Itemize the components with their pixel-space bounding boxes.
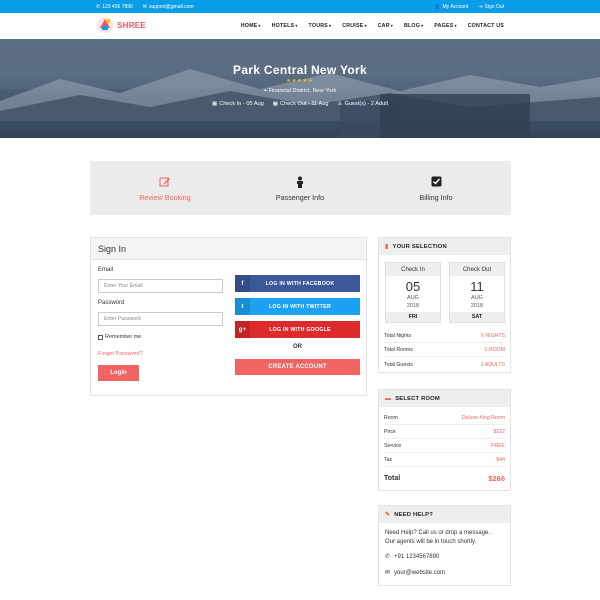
map-pin-icon: ⌖ [263, 88, 267, 94]
email-input[interactable]: Enter Your Email [98, 279, 223, 293]
checkbox-icon [431, 176, 441, 187]
caret-down-icon: ▾ [258, 23, 261, 28]
room-row: Room Deluxe King Room [384, 412, 505, 425]
total-row: Total $266 [384, 474, 505, 483]
facebook-login-button[interactable]: f LOG IN WITH FACEBOOK [235, 275, 360, 292]
site-logo[interactable]: SHREE [96, 16, 146, 34]
login-button[interactable]: Login [98, 365, 139, 381]
brand-name: SHREE [117, 20, 147, 30]
caret-down-icon: ▾ [421, 23, 424, 28]
envelope-icon: ✉ [385, 570, 391, 576]
sign-in-card: Sign In Email Enter Your Email Password … [90, 237, 367, 396]
select-room-header: ▬ SELECT ROOM [379, 390, 510, 407]
phone-icon: ✆ [385, 554, 391, 560]
user-icon: 👤 [434, 3, 441, 10]
calendar-icon: ▦ [211, 101, 218, 107]
booking-meta: ▦ Check In - 05 Aug ▦ Check Out - 11 Aug… [0, 101, 600, 107]
your-selection-header: ▮ YOUR SELECTION [379, 238, 510, 255]
meta-check-out: ▦ Check Out - 11 Aug [272, 101, 329, 107]
select-room-panel: ▬ SELECT ROOM Room Deluxe King Room Pric… [378, 389, 511, 491]
phone-icon: ✆ [96, 3, 101, 10]
booking-steps: Review Booking Passenger Info Billing In… [90, 161, 511, 215]
nav-item-home[interactable]: HOME▾ [241, 23, 261, 29]
calendar-icon: ▦ [272, 101, 279, 107]
hotel-title: Park Central New York [233, 63, 367, 77]
caret-down-icon: ▾ [295, 23, 298, 28]
star-rating: ★★★★★ [286, 78, 314, 84]
caret-down-icon: ▾ [454, 23, 457, 28]
nav-item-contact[interactable]: CONTACT US [468, 23, 504, 29]
topbar-email[interactable]: ✉ support@gmail.com [143, 4, 194, 10]
person-icon [297, 176, 303, 188]
create-account-button[interactable]: CREATE ACCOUNT [235, 359, 360, 375]
email-label: Email [98, 267, 114, 273]
total-rooms-row: Total Rooms 1 ROOM [384, 344, 505, 357]
main-nav: HOME▾ HOTELS▾ TOURS▾ CRUISE▾ CAR▾ BLOG▾ … [241, 13, 504, 39]
nav-item-pages[interactable]: PAGES▾ [434, 23, 456, 29]
caret-down-icon: ▾ [364, 23, 367, 28]
total-guests-row: Total Guests 2 ADULTS [384, 361, 505, 368]
chat-icon: ✎ [385, 512, 391, 518]
sign-out-link[interactable]: ⇥ Sign Out [478, 4, 504, 10]
google-login-button[interactable]: g+ LOG IN WITH GOOGLE [235, 321, 360, 338]
step-billing-info[interactable]: Billing Info [366, 161, 506, 215]
tax-row: Tax $44 [384, 454, 505, 467]
person-icon: ♙ [337, 101, 343, 107]
envelope-icon: ✉ [142, 3, 147, 10]
check-in-date: Check In 05 AUG 2018 FRI [385, 262, 441, 323]
help-phone[interactable]: ✆ +91 1234567890 [385, 553, 439, 561]
need-help-header: ✎ NEED HELP? [379, 506, 510, 523]
caret-down-icon: ▾ [390, 23, 393, 28]
meta-check-in: ▦ Check In - 05 Aug [211, 101, 264, 107]
service-row: Service FREE [384, 440, 505, 453]
my-account-link[interactable]: 👤 My Account [434, 4, 468, 10]
or-divider: OR [293, 344, 302, 350]
topbar-phone[interactable]: ✆ 123 456 7890 [96, 4, 133, 10]
help-text: Need Help? Call us or drop a message. Ou… [385, 530, 491, 545]
price-row: Price $222 [384, 426, 505, 439]
remember-me-checkbox[interactable]: Remember me [98, 334, 141, 340]
step-review-booking[interactable]: Review Booking [95, 161, 235, 215]
forgot-password-link[interactable]: Forget Password? [98, 351, 143, 357]
nav-item-blog[interactable]: BLOG▾ [404, 23, 423, 29]
total-nights-row: Total Nights 6 NIGHTS [384, 330, 505, 343]
logo-icon [97, 17, 113, 33]
need-help-panel: ✎ NEED HELP? Need Help? Call us or drop … [378, 505, 511, 586]
password-label: Password [98, 300, 125, 306]
twitter-login-button[interactable]: t LOG IN WITH TWITTER [235, 298, 360, 315]
step-passenger-info[interactable]: Passenger Info [230, 161, 370, 215]
help-email[interactable]: ✉ your@website.com [385, 569, 445, 577]
nav-item-tours[interactable]: TOURS▾ [309, 23, 332, 29]
nav-item-car[interactable]: CAR▾ [378, 23, 393, 29]
nav-item-hotels[interactable]: HOTELS▾ [272, 23, 298, 29]
sign-in-title: Sign In [91, 238, 366, 260]
nav-item-cruise[interactable]: CRUISE▾ [342, 23, 366, 29]
top-bar: ✆ 123 456 7890 ✉ support@gmail.com 👤 My … [0, 0, 600, 13]
bookmark-icon: ▮ [385, 244, 389, 250]
checkbox[interactable] [98, 334, 103, 340]
caret-down-icon: ▾ [329, 23, 332, 28]
site-header: SHREE HOME▾ HOTELS▾ TOURS▾ CRUISE▾ CAR▾ … [0, 13, 600, 39]
facebook-icon: f [235, 275, 250, 292]
password-input[interactable]: Enter Password [98, 312, 223, 326]
check-out-date: Check Out 11 AUG 2018 SAT [449, 262, 505, 323]
twitter-icon: t [235, 298, 250, 315]
sign-out-icon: ⇥ [478, 3, 483, 10]
your-selection-panel: ▮ YOUR SELECTION Check In 05 AUG 2018 FR… [378, 237, 511, 373]
edit-icon [159, 177, 170, 187]
hero-banner: Park Central New York ★★★★★ ⌖ Financial … [0, 39, 600, 138]
bed-icon: ▬ [385, 395, 392, 402]
meta-guests: ♙ Guest(s) - 2 Adult [337, 101, 388, 107]
hotel-location: ⌖ Financial District, New York [263, 88, 337, 94]
google-plus-icon: g+ [235, 321, 250, 338]
